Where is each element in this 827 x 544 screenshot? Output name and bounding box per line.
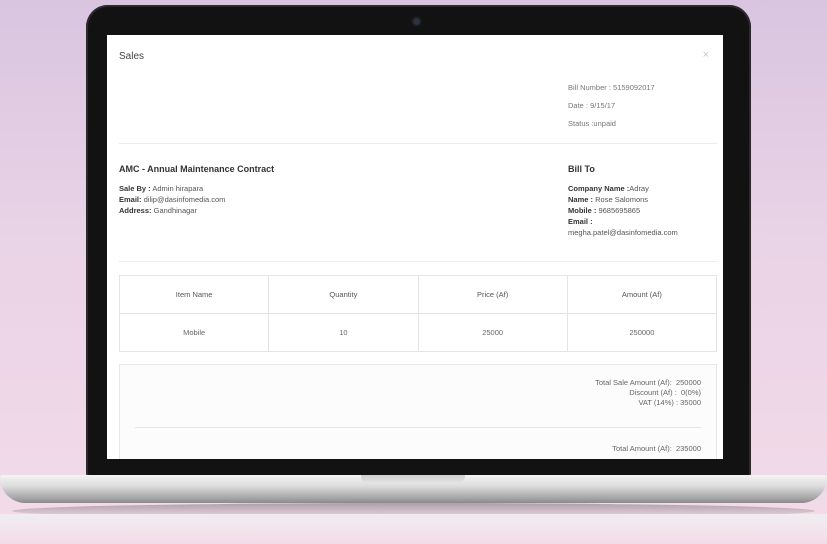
bill-meta: Bill Number : 5159092017 Date : 9/15/17 …: [568, 79, 655, 133]
mobile-value: 9685695865: [598, 206, 641, 215]
buyer-email-value: megha.patel@dasinfomedia.com: [568, 228, 678, 237]
table-header-row: Item Name Quantity Price (Af) Amount (Af…: [118, 275, 718, 314]
name-label: Name :: [568, 195, 594, 204]
laptop-notch: [361, 475, 465, 484]
vat-value: 35000: [680, 398, 701, 407]
discount-value: 0(0%): [680, 388, 701, 397]
name-value: Rose Salomons: [595, 195, 649, 204]
table-cell: 25000: [417, 313, 568, 352]
company-line: Company Name :Adray: [568, 183, 678, 194]
seller-address-line: Address: Gandhinagar: [119, 205, 225, 216]
totals-panel: Total Sale Amount (Af): 250000 Discount …: [119, 364, 717, 459]
table-row: Mobile 10 25000 250000: [118, 313, 718, 352]
sale-by-label: Sale By :: [119, 184, 151, 193]
company-value: Adray: [629, 184, 649, 193]
buyer-email-line: Email :: [568, 216, 678, 227]
column-header: Price (Af): [417, 275, 568, 314]
divider: [135, 427, 701, 428]
laptop-reflection: [0, 514, 827, 544]
vat-line: VAT (14%) : 35000: [595, 398, 701, 408]
sales-modal: Sales × Bill Number : 5159092017 Date : …: [107, 35, 723, 459]
bill-date: Date : 9/15/17: [568, 101, 616, 110]
bill-status: Status :unpaid: [568, 119, 616, 128]
bill-number: Bill Number : 5159092017: [568, 83, 655, 92]
totals-summary: Total Sale Amount (Af): 250000 Discount …: [595, 378, 701, 408]
total-sale-value: 250000: [675, 378, 701, 387]
total-amount-line: Total Amount (Af): 235000: [612, 444, 701, 453]
total-amount-value: 235000: [675, 444, 701, 453]
seller-address-label: Address:: [119, 206, 152, 215]
total-amount-label: Total Amount (Af):: [612, 444, 672, 453]
divider: [119, 261, 717, 262]
camera-icon: [413, 18, 420, 25]
laptop-lid: Sales × Bill Number : 5159092017 Date : …: [86, 5, 751, 477]
table-cell: 10: [268, 313, 419, 352]
seller-address-value: Gandhinagar: [153, 206, 197, 215]
buyer-email-label: Email :: [568, 217, 593, 226]
seller-email-line: Email: dilip@dasinfomedia.com: [119, 194, 225, 205]
seller-email-label: Email:: [119, 195, 142, 204]
modal-title: Sales: [119, 51, 145, 62]
total-sale-line: Total Sale Amount (Af): 250000: [595, 378, 701, 388]
seller-details: Sale By : Admin hirapara Email: dilip@da…: [119, 183, 225, 216]
mobile-line: Mobile : 9685695865: [568, 205, 678, 216]
name-line: Name : Rose Salomons: [568, 194, 678, 205]
vat-label: VAT (14%) :: [638, 398, 679, 407]
column-header: Quantity: [268, 275, 419, 314]
contract-title: AMC - Annual Maintenance Contract: [119, 164, 275, 174]
sale-by-line: Sale By : Admin hirapara: [119, 183, 225, 194]
table-cell: Mobile: [118, 313, 270, 352]
column-header: Amount (Af): [566, 275, 718, 314]
total-sale-label: Total Sale Amount (Af):: [595, 378, 672, 387]
discount-line: Discount (Af) : 0(0%): [595, 388, 701, 398]
bill-to-title: Bill To: [568, 164, 595, 174]
column-header: Item Name: [118, 275, 270, 314]
divider: [119, 143, 717, 144]
company-label: Company Name :: [568, 184, 630, 193]
table-cell: 250000: [566, 313, 718, 352]
mobile-label: Mobile :: [568, 206, 597, 215]
discount-label: Discount (Af) :: [629, 388, 677, 397]
close-button[interactable]: ×: [703, 49, 709, 61]
items-table: Item Name Quantity Price (Af) Amount (Af…: [118, 275, 718, 352]
sale-by-value: Admin hirapara: [152, 184, 204, 193]
seller-email-value: dilip@dasinfomedia.com: [143, 195, 226, 204]
buyer-details: Company Name :Adray Name : Rose Salomons…: [568, 183, 678, 238]
laptop-base: [0, 475, 827, 503]
